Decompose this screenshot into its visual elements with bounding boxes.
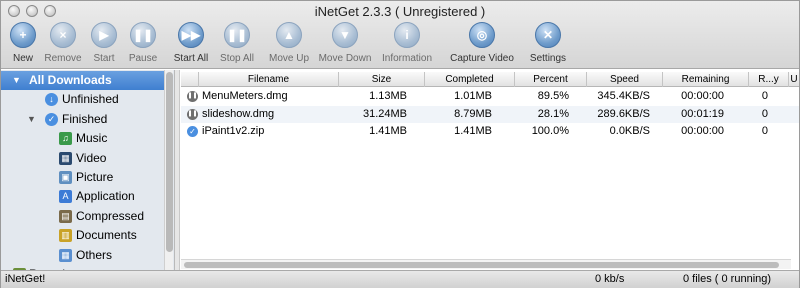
paused-status-icon: ❚❚ — [187, 91, 198, 102]
cell-remaining: 00:00:00 — [681, 90, 724, 102]
stop-all-icon: ❚❚ — [224, 22, 250, 48]
disclosure-triangle-icon[interactable]: ▼ — [27, 110, 36, 129]
cell-remaining: 00:00:00 — [681, 125, 724, 137]
information-icon: i — [394, 22, 420, 48]
information-label: Information — [381, 53, 433, 64]
cell-filename: MenuMeters.dmg — [202, 90, 288, 102]
sidebar-item-music[interactable]: ♫ Music — [1, 129, 164, 148]
sidebar-item-application[interactable]: A Application — [1, 187, 164, 206]
sidebar-item-finished[interactable]: ▼ ✓ Finished — [1, 110, 164, 129]
application-icon: A — [59, 190, 72, 204]
move-down-icon: ▼ — [332, 22, 358, 48]
cell-size: 31.24MB — [362, 107, 407, 120]
cell-speed: 289.6KB/S — [597, 107, 650, 120]
settings-label: Settings — [529, 53, 567, 64]
cell-retry: 0 — [761, 125, 768, 137]
finished-icon: ✓ — [45, 112, 58, 126]
column-header-retry[interactable]: R...y — [749, 72, 789, 87]
cell-speed: 0.0KB/S — [609, 125, 650, 137]
cell-completed: 1.41MB — [454, 125, 492, 137]
sidebar-item-label: All Downloads — [29, 73, 112, 87]
cell-filename: iPaint1v2.zip — [202, 125, 265, 137]
move-down-button[interactable]: ▼ Move Down — [315, 22, 375, 66]
start-all-icon: ▶▶ — [178, 22, 204, 48]
picture-icon: ▣ — [59, 171, 72, 184]
remove-icon: × — [50, 22, 76, 48]
table-row[interactable]: ✓ iPaint1v2.zip 1.41MB 1.41MB 100.0% 0.0KB/S 0… — [181, 123, 799, 140]
others-icon: ▦ — [59, 248, 72, 262]
cell-speed: 345.4KB/S — [597, 90, 650, 102]
cell-retry: 0 — [761, 107, 768, 120]
sidebar-item-picture[interactable]: ▣ Picture — [1, 168, 164, 187]
pause-icon: ❚❚ — [130, 22, 156, 48]
column-header-filename[interactable]: Filename — [199, 72, 339, 87]
sidebar-item-label: Compressed — [76, 208, 145, 223]
cell-retry: 0 — [761, 90, 768, 102]
status-speed: 0 kb/s — [595, 273, 625, 285]
unfinished-icon: ↓ — [45, 93, 58, 107]
column-header-size[interactable]: Size — [339, 72, 425, 87]
column-header-u[interactable]: U — [789, 72, 799, 87]
status-file-count: 0 files ( 0 running) — [683, 273, 772, 285]
column-header-completed[interactable]: Completed — [425, 72, 515, 87]
titlebar-toolbar: iNetGet 2.3.3 ( Unregistered ) + New × Remo… — [1, 1, 799, 69]
sidebar: ▼ All Downloads ↓ Unfinished ▼ ✓ Finished ♫ Musi… — [1, 70, 175, 270]
sidebar-item-label: Finished — [62, 111, 108, 126]
information-button[interactable]: i Information — [377, 22, 437, 66]
column-header-status[interactable] — [181, 72, 199, 87]
window-title: iNetGet 2.3.3 ( Unregistered ) — [314, 4, 486, 19]
sidebar-item-label: Application — [76, 189, 135, 204]
column-header-remaining[interactable]: Remaining — [663, 72, 749, 87]
table-row[interactable]: ❚❚ slideshow.dmg 31.24MB 8.79MB 28.1% 289.6KB… — [181, 105, 799, 123]
capture-video-label: Capture Video — [450, 53, 514, 64]
cell-size: 1.13MB — [369, 90, 407, 102]
split-view-divider[interactable] — [175, 70, 180, 270]
cell-remaining: 00:01:19 — [681, 107, 724, 120]
sidebar-item-label: Others — [76, 247, 113, 262]
cell-filename: slideshow.dmg — [202, 107, 275, 120]
sidebar-item-label: Documents — [76, 228, 137, 243]
sidebar-item-documents[interactable]: ▥ Documents — [1, 226, 164, 245]
table-row[interactable]: ❚❚ MenuMeters.dmg 1.13MB 1.01MB 89.5% 345.4KB… — [181, 88, 799, 105]
column-header-speed[interactable]: Speed — [587, 72, 663, 87]
compressed-icon: ▤ — [59, 209, 72, 223]
disclosure-triangle-icon[interactable]: ▼ — [12, 71, 21, 90]
sidebar-item-all-downloads[interactable]: ▼ All Downloads — [1, 71, 164, 90]
column-header-percent[interactable]: Percent — [515, 72, 587, 87]
cell-percent: 28.1% — [537, 107, 569, 120]
app-window: iNetGet 2.3.3 ( Unregistered ) + New × Remo… — [0, 0, 800, 288]
move-up-icon: ▲ — [276, 22, 302, 48]
status-bar: iNetGet! 0 kb/s 0 files ( 0 running) — [1, 270, 799, 288]
capture-video-button[interactable]: ◎ Capture Video — [450, 22, 514, 66]
cell-size: 1.41MB — [369, 125, 407, 137]
cell-percent: 100.0% — [531, 125, 569, 137]
sidebar-item-label: Unfinished — [62, 92, 119, 107]
cell-completed: 1.01MB — [454, 90, 492, 102]
sidebar-item-label: Picture — [76, 170, 114, 184]
settings-icon: ✕ — [535, 22, 561, 48]
paused-status-icon: ❚❚ — [187, 108, 198, 120]
table-horizontal-scrollbar[interactable] — [181, 259, 791, 269]
capture-video-icon: ◎ — [469, 22, 495, 48]
video-icon: ▦ — [59, 151, 72, 165]
downloads-table: Filename Size Completed Percent Speed Re… — [181, 70, 799, 270]
sidebar-item-label: Music — [76, 131, 108, 146]
table-header: Filename Size Completed Percent Speed Re… — [181, 72, 799, 87]
sidebar-item-video[interactable]: ▦ Video — [1, 149, 164, 168]
music-icon: ♫ — [59, 132, 72, 146]
sidebar-scroll-thumb[interactable] — [166, 72, 173, 252]
cell-percent: 89.5% — [537, 90, 569, 102]
sidebar-scrollbar[interactable] — [164, 70, 173, 270]
finished-status-icon: ✓ — [187, 126, 198, 137]
sidebar-item-unfinished[interactable]: ↓ Unfinished — [1, 90, 164, 109]
documents-icon: ▥ — [59, 229, 72, 243]
cell-completed: 8.79MB — [454, 107, 492, 120]
table-scroll-thumb[interactable] — [184, 262, 779, 268]
sidebar-item-compressed[interactable]: ▤ Compressed — [1, 207, 164, 226]
sidebar-item-others[interactable]: ▦ Others — [1, 246, 164, 265]
status-app-name: iNetGet! — [5, 273, 46, 285]
settings-button[interactable]: ✕ Settings — [518, 22, 578, 66]
sidebar-item-label: Video — [76, 150, 107, 165]
